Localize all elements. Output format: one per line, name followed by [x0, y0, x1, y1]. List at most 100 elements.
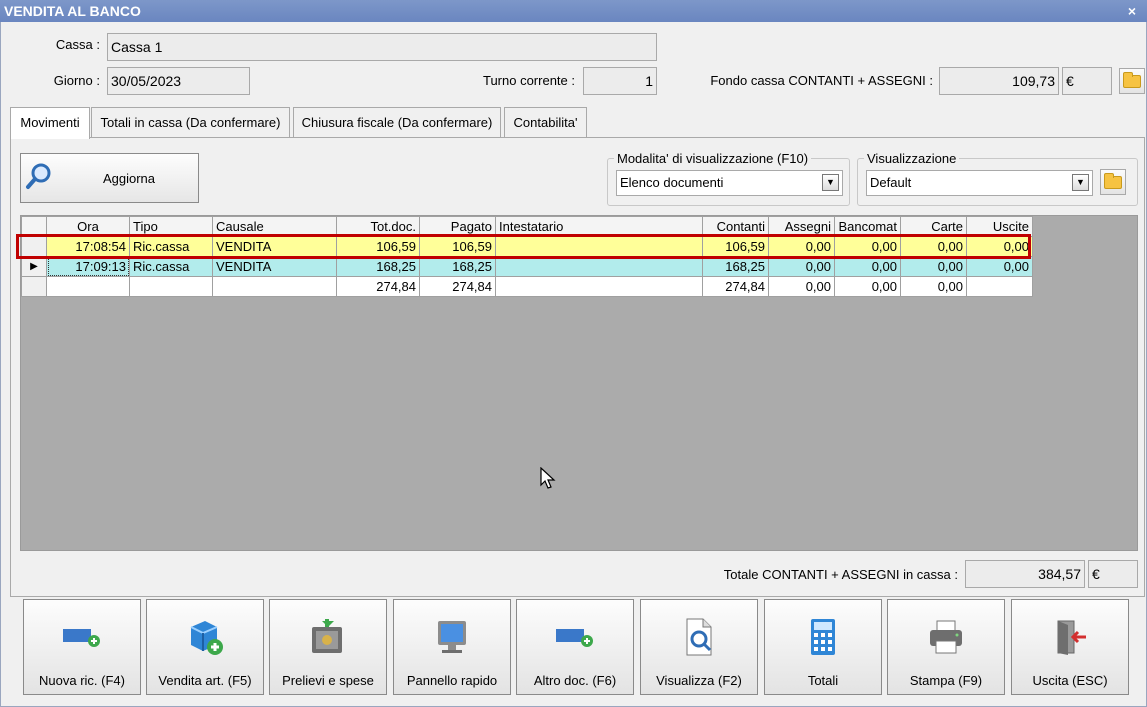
fondo-label: Fondo cassa CONTANTI + ASSEGNI :: [710, 73, 933, 88]
fondo-field[interactable]: 109,73: [939, 67, 1059, 95]
modalita-select[interactable]: Elenco documenti ▼: [616, 170, 843, 196]
column-header[interactable]: Uscite: [966, 216, 1033, 237]
window-title: VENDITA AL BANCO: [0, 0, 1147, 22]
column-header[interactable]: Ora: [46, 216, 130, 237]
cell-totdoc: 274,84: [336, 276, 420, 297]
cell-tipo[interactable]: Ric.cassa: [129, 256, 213, 277]
fondo-currency: €: [1062, 67, 1112, 95]
nuova-ricevuta-button[interactable]: Nuova ric. (F4): [23, 599, 141, 695]
cell-intestatario[interactable]: [495, 256, 703, 277]
view-document-icon: [675, 613, 723, 661]
button-label: Stampa (F9): [909, 673, 983, 688]
column-header[interactable]: Tipo: [129, 216, 213, 237]
safe-icon: [304, 613, 352, 661]
uscita-button[interactable]: Uscita (ESC): [1011, 599, 1129, 695]
cell-intestatario[interactable]: [495, 236, 703, 257]
turno-label: Turno corrente :: [482, 73, 575, 88]
column-header[interactable]: Tot.doc.: [336, 216, 420, 237]
chevron-down-icon[interactable]: ▼: [822, 174, 839, 191]
column-header[interactable]: Pagato: [419, 216, 496, 237]
cell-causale: [212, 276, 337, 297]
modalita-selected: Elenco documenti: [620, 175, 724, 190]
button-label: Uscita (ESC): [1032, 673, 1108, 688]
column-header[interactable]: Assegni: [768, 216, 835, 237]
tab-totali-in-cassa[interactable]: Totali in cassa (Da confermare): [91, 107, 290, 137]
cell-totdoc[interactable]: 168,25: [336, 256, 420, 277]
visualizzazione-folder-button[interactable]: [1100, 169, 1126, 195]
column-header[interactable]: Carte: [900, 216, 967, 237]
cell-ora[interactable]: 17:09:13: [46, 256, 130, 277]
close-icon[interactable]: ×: [1125, 0, 1139, 22]
cell-tipo: [129, 276, 213, 297]
pannello-rapido-button[interactable]: Pannello rapido: [393, 599, 511, 695]
button-label: Nuova ric. (F4): [39, 673, 125, 688]
vendita-articolo-button[interactable]: Vendita art. (F5): [146, 599, 264, 695]
cell-contanti: 274,84: [702, 276, 769, 297]
cell-bancomat[interactable]: 0,00: [834, 236, 901, 257]
button-label: Prelievi e spese: [282, 673, 374, 688]
cell-assegni[interactable]: 0,00: [768, 256, 835, 277]
giorno-field[interactable]: 30/05/2023: [107, 67, 250, 95]
tab-chiusura-fiscale[interactable]: Chiusura fiscale (Da confermare): [293, 107, 501, 137]
column-header[interactable]: Causale: [212, 216, 337, 237]
table-row[interactable]: 17:08:54 Ric.cassa VENDITA 106,59 106,59…: [21, 236, 1033, 257]
prelievi-spese-button[interactable]: Prelievi e spese: [269, 599, 387, 695]
visualizzazione-title: Visualizzazione: [864, 151, 960, 167]
turno-field[interactable]: 1: [583, 67, 657, 95]
altro-documento-button[interactable]: Altro doc. (F6): [516, 599, 634, 695]
modalita-title: Modalita' di visualizzazione (F10): [614, 151, 812, 167]
cell-uscite[interactable]: 0,00: [966, 256, 1033, 277]
column-header[interactable]: Contanti: [702, 216, 769, 237]
refresh-button[interactable]: Aggiorna: [20, 153, 199, 203]
cell-assegni: 0,00: [768, 276, 835, 297]
visualizza-button[interactable]: Visualizza (F2): [640, 599, 758, 695]
cell-carte: 0,00: [900, 276, 967, 297]
cell-uscite[interactable]: 0,00: [966, 236, 1033, 257]
cell-causale[interactable]: VENDITA: [212, 256, 337, 277]
new-receipt-icon: [58, 613, 106, 661]
cell-contanti[interactable]: 106,59: [702, 236, 769, 257]
movements-grid[interactable]: Ora Tipo Causale Tot.doc. Pagato Intesta…: [20, 215, 1138, 551]
folder-icon: [1104, 172, 1122, 189]
cell-carte[interactable]: 0,00: [900, 256, 967, 277]
cell-totdoc[interactable]: 106,59: [336, 236, 420, 257]
cell-contanti[interactable]: 168,25: [702, 256, 769, 277]
button-label: Vendita art. (F5): [158, 673, 252, 688]
tab-contabilita[interactable]: Contabilita': [504, 107, 587, 137]
cell-pagato[interactable]: 168,25: [419, 256, 496, 277]
chevron-down-icon[interactable]: ▼: [1072, 174, 1089, 191]
cell-carte[interactable]: 0,00: [900, 236, 967, 257]
totali-button[interactable]: Totali: [764, 599, 882, 695]
totale-label: Totale CONTANTI + ASSEGNI in cassa :: [723, 567, 958, 582]
column-header[interactable]: Bancomat: [834, 216, 901, 237]
row-indicator: [21, 236, 47, 257]
tab-movimenti[interactable]: Movimenti: [10, 107, 90, 139]
fondo-folder-button[interactable]: [1119, 68, 1145, 94]
cassa-field[interactable]: Cassa 1: [107, 33, 657, 61]
table-row[interactable]: ▶ 17:09:13 Ric.cassa VENDITA 168,25 168,…: [21, 256, 1033, 277]
monitor-icon: [428, 613, 476, 661]
folder-icon: [1123, 71, 1141, 88]
calculator-icon: [799, 613, 847, 661]
cell-bancomat[interactable]: 0,00: [834, 256, 901, 277]
stampa-button[interactable]: Stampa (F9): [887, 599, 1005, 695]
visualizzazione-select[interactable]: Default ▼: [866, 170, 1093, 196]
new-document-icon: [551, 613, 599, 661]
mouse-cursor-icon: [540, 467, 556, 489]
printer-icon: [922, 613, 970, 661]
row-indicator: [21, 276, 47, 297]
totals-row: 274,84 274,84 274,84 0,00 0,00 0,00: [21, 276, 1033, 297]
cell-assegni[interactable]: 0,00: [768, 236, 835, 257]
cell-tipo[interactable]: Ric.cassa: [129, 236, 213, 257]
totale-currency: €: [1088, 560, 1138, 588]
button-label: Pannello rapido: [406, 673, 498, 688]
cell-ora: [46, 276, 130, 297]
cell-ora[interactable]: 17:08:54: [46, 236, 130, 257]
column-header[interactable]: Intestatario: [495, 216, 703, 237]
exit-door-icon: [1046, 613, 1094, 661]
button-label: Visualizza (F2): [656, 673, 742, 688]
cell-causale[interactable]: VENDITA: [212, 236, 337, 257]
cell-uscite: [966, 276, 1033, 297]
cell-pagato[interactable]: 106,59: [419, 236, 496, 257]
cell-pagato: 274,84: [419, 276, 496, 297]
